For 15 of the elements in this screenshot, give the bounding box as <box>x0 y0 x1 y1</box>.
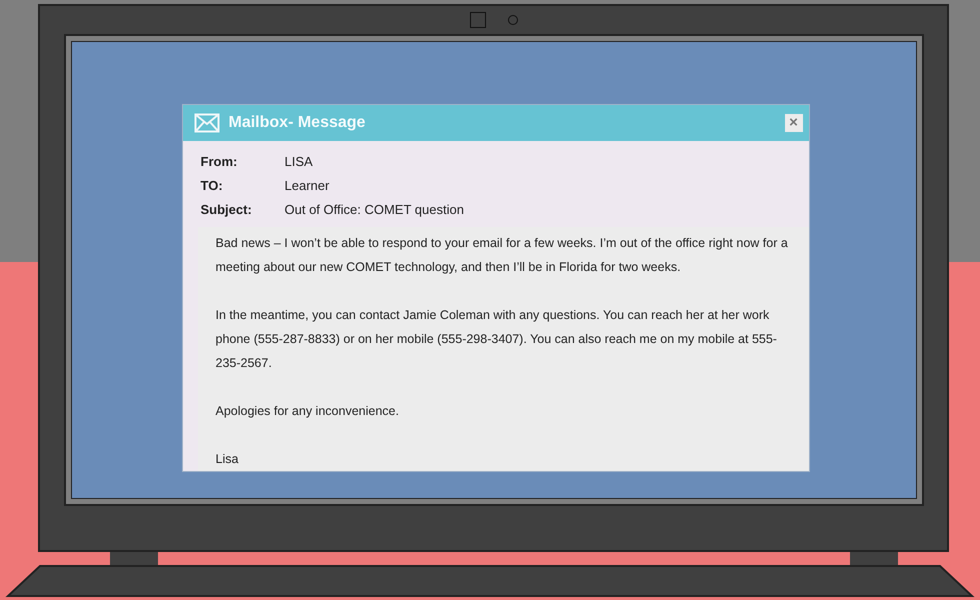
field-label: Subject: <box>200 202 253 216</box>
field-value: Learner <box>284 178 330 192</box>
close-button[interactable]: × <box>784 114 802 132</box>
field-value: Out of Office: COMET question <box>284 202 464 216</box>
field-value: LISA <box>284 154 313 168</box>
message-paragraph: In the meantime, you can contact Jamie Coleman with any questions. You can reach her at her work phone (555-287-8833) or on her mobile (555-298-3407). You can also reach me on my mobile at 555-235-2567. <box>216 307 778 372</box>
camera-lens-icon <box>508 15 518 25</box>
camera-icon <box>470 12 486 28</box>
message-paragraph: Bad news – I won’t be able to respond to your email for a few weeks. I’m out of the office right now for a meeting about our new COMET technology, and then I’ll be in Florida for two weeks. <box>216 235 789 276</box>
window-title: Mailbox- Message <box>228 114 366 132</box>
message-paragraph: Lisa <box>216 451 240 468</box>
field-label: From: <box>200 154 238 168</box>
field-label: TO: <box>200 178 224 192</box>
envelope-icon <box>194 113 220 133</box>
message-paragraph: Apologies for any inconvenience. <box>216 403 400 420</box>
